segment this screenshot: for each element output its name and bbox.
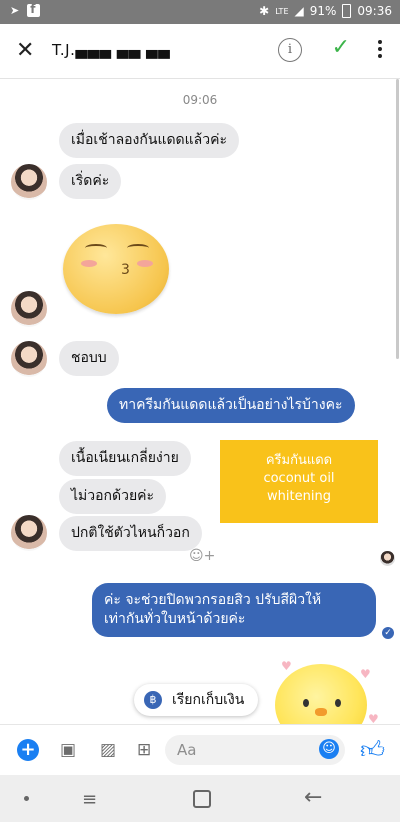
note-line: coconut oil bbox=[263, 471, 335, 486]
message-composer: + ▣ ▨ ⊞ Aa ☺ 👍︎ bbox=[0, 724, 400, 775]
more-options-icon[interactable] bbox=[378, 40, 382, 61]
sticker-chick[interactable] bbox=[275, 664, 367, 724]
nav-dot-icon[interactable] bbox=[24, 796, 29, 801]
add-reaction-icon[interactable]: ☺+ bbox=[189, 548, 215, 564]
heart-icon: ♥ bbox=[281, 659, 292, 673]
scrollbar[interactable] bbox=[396, 79, 399, 359]
message-input[interactable]: Aa ☺ bbox=[165, 735, 345, 765]
chat-area: 09:06 เมื่อเช้าลองกันแดดแล้วค่ะ เริ่ดค่ะ… bbox=[0, 79, 400, 724]
status-bar: ➤ ✱ LTE ◢ 91% 09:36 bbox=[0, 0, 400, 24]
incoming-message[interactable]: เมื่อเช้าลองกันแดดแล้วค่ะ bbox=[59, 123, 239, 158]
chat-header: ✕ T.J.▄▄▄ ▄▄ ▄▄ i ✓ bbox=[0, 24, 400, 79]
message-line: เท่ากันทั่วใบหน้าด้วยค่ะ bbox=[104, 611, 246, 627]
contact-name: T.J.▄▄▄ ▄▄ ▄▄ bbox=[52, 41, 171, 59]
telegram-icon: ➤ bbox=[10, 4, 20, 17]
gallery-icon[interactable]: ▨ bbox=[100, 740, 116, 760]
incoming-message[interactable]: ปกติใช้ตัวไหนก็วอก bbox=[59, 516, 202, 551]
incoming-message[interactable]: ชอบบ bbox=[59, 341, 119, 376]
note-line: whitening bbox=[267, 489, 331, 504]
close-icon[interactable]: ✕ bbox=[16, 38, 34, 63]
sticker-blush bbox=[81, 260, 97, 267]
plus-icon[interactable]: + bbox=[17, 739, 39, 761]
emoji-icon[interactable]: ☺ bbox=[319, 739, 339, 759]
request-payment-button[interactable]: ฿ เรียกเก็บเงิน bbox=[134, 684, 259, 716]
outgoing-message[interactable]: ทาครีมกันแดดแล้วเป็นอย่างไรบ้างคะ bbox=[107, 388, 355, 423]
system-nav-bar: ≡ ← bbox=[0, 775, 400, 822]
delivered-check-icon: ✓ bbox=[382, 627, 394, 639]
note-line: ครีมกันแดด bbox=[265, 453, 333, 468]
request-payment-label: เรียกเก็บเงิน bbox=[172, 692, 245, 708]
sticker-brow bbox=[85, 244, 107, 252]
thumbs-up-icon[interactable]: 👍︎ bbox=[360, 736, 385, 765]
avatar[interactable] bbox=[11, 164, 47, 200]
heart-icon: ♥ bbox=[360, 667, 371, 681]
chick-beak bbox=[315, 708, 327, 716]
message-line: ค่ะ จะช่วยปิดพวกรอยสิว ปรับสีผิวให้ bbox=[104, 592, 322, 608]
incoming-message[interactable]: เริ่ดค่ะ bbox=[59, 164, 122, 199]
facebook-icon bbox=[27, 2, 41, 17]
product-note-image[interactable]: ครีมกันแดด coconut oil whitening bbox=[220, 440, 378, 523]
incoming-message[interactable]: ไม่วอกด้วยค่ะ bbox=[59, 479, 167, 514]
camera-icon[interactable]: ▣ bbox=[60, 740, 76, 760]
bluetooth-icon: ✱ bbox=[259, 4, 270, 18]
sticker-blush bbox=[137, 260, 153, 267]
avatar[interactable] bbox=[11, 291, 47, 327]
message-placeholder: Aa bbox=[177, 741, 197, 759]
home-icon[interactable] bbox=[193, 790, 211, 808]
sticker-kiss[interactable]: 3 bbox=[63, 224, 169, 314]
battery-percent: 91% bbox=[309, 4, 337, 18]
chat-timestamp: 09:06 bbox=[182, 93, 218, 107]
sticker-brow bbox=[127, 244, 149, 252]
baht-icon: ฿ bbox=[144, 691, 162, 709]
avatar[interactable] bbox=[11, 341, 47, 377]
sticker-mouth: 3 bbox=[121, 262, 130, 278]
sticker-add-icon[interactable]: ⊞ bbox=[137, 740, 151, 760]
battery-icon bbox=[342, 4, 352, 18]
chick-eye bbox=[303, 699, 309, 707]
info-icon[interactable]: i bbox=[278, 38, 302, 62]
seen-avatar bbox=[380, 551, 395, 566]
network-label: LTE bbox=[275, 6, 289, 16]
outgoing-message[interactable]: ค่ะ จะช่วยปิดพวกรอยสิว ปรับสีผิวให้ เท่า… bbox=[92, 583, 376, 637]
wifi-icon: ◢ bbox=[294, 4, 304, 18]
avatar[interactable] bbox=[11, 515, 47, 551]
incoming-message[interactable]: เนื้อเนียนเกลี่ยง่าย bbox=[59, 441, 191, 476]
clock: 09:36 bbox=[357, 4, 392, 18]
heart-icon: ♥ bbox=[368, 712, 379, 724]
check-icon[interactable]: ✓ bbox=[332, 35, 350, 60]
chick-eye bbox=[335, 699, 341, 707]
back-icon[interactable]: ← bbox=[304, 785, 322, 810]
recent-apps-icon[interactable]: ≡ bbox=[82, 789, 97, 810]
